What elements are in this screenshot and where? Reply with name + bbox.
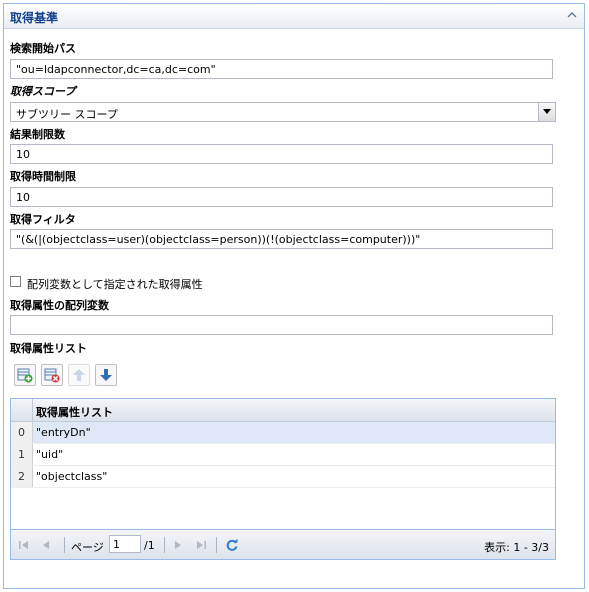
array-variable-checkbox[interactable] <box>10 276 21 287</box>
table-row[interactable]: 1 "uid" <box>11 444 555 466</box>
row-value: "uid" <box>36 448 64 461</box>
time-limit-input[interactable]: 10 <box>10 187 553 207</box>
toolbar-separator <box>164 537 165 553</box>
collapse-icon[interactable] <box>566 9 578 21</box>
last-page-icon[interactable] <box>194 538 208 552</box>
toolbar-separator <box>216 537 217 553</box>
page-number-input[interactable]: 1 <box>109 535 141 553</box>
grid-header: 取得属性リスト <box>11 399 555 422</box>
pagination-toolbar: ページ 1 /1 表示: 1 - 3/3 <box>10 530 556 560</box>
array-variable-label: 取得属性の配列変数 <box>10 299 109 312</box>
first-page-icon[interactable] <box>17 538 31 552</box>
toolbar-separator <box>64 537 65 553</box>
arrow-up-icon[interactable] <box>68 364 90 386</box>
row-number: 1 <box>11 444 33 465</box>
scope-selected-value: サブツリー スコープ <box>16 108 118 121</box>
array-variable-input[interactable] <box>10 315 553 335</box>
result-limit-input[interactable]: 10 <box>10 144 553 164</box>
row-value: "objectclass" <box>36 470 108 483</box>
refresh-icon[interactable] <box>225 538 239 552</box>
chevron-down-icon[interactable] <box>538 103 555 121</box>
arrow-down-icon[interactable] <box>95 364 117 386</box>
filter-label: 取得フィルタ <box>10 213 76 226</box>
panel-title: 取得基準 <box>10 11 59 25</box>
prev-page-icon[interactable] <box>39 538 53 552</box>
array-variable-checkbox-label: 配列変数として指定された取得属性 <box>27 278 203 291</box>
grid-column-header[interactable]: 取得属性リスト <box>36 404 113 420</box>
scope-label: 取得スコープ <box>10 85 76 98</box>
attribute-list-label: 取得属性リスト <box>10 342 87 355</box>
time-limit-label: 取得時間制限 <box>10 170 76 183</box>
scope-select[interactable]: サブツリー スコープ <box>10 102 556 122</box>
next-page-icon[interactable] <box>171 538 185 552</box>
attribute-list-grid: 取得属性リスト 0 "entryDn" 1 "uid" 2 "objectcla… <box>10 398 556 530</box>
row-number: 2 <box>11 466 33 487</box>
search-base-label: 検索開始パス <box>10 42 76 55</box>
row-value: "entryDn" <box>36 426 91 439</box>
delete-row-icon[interactable] <box>41 364 63 386</box>
add-row-icon[interactable] <box>14 364 36 386</box>
column-separator <box>32 399 33 421</box>
result-limit-label: 結果制限数 <box>10 128 65 141</box>
page-total: /1 <box>144 539 155 552</box>
table-row[interactable]: 2 "objectclass" <box>11 466 555 488</box>
retrieval-criteria-panel: 取得基準 検索開始パス "ou=ldapconnector,dc=ca,dc=c… <box>3 3 585 589</box>
filter-input[interactable]: "(&(|(objectclass=user)(objectclass=pers… <box>10 229 553 249</box>
display-range: 表示: 1 - 3/3 <box>484 541 549 554</box>
table-row[interactable]: 0 "entryDn" <box>11 422 555 444</box>
page-label: ページ <box>71 541 104 554</box>
row-number: 0 <box>11 422 33 443</box>
panel-header: 取得基準 <box>4 4 584 29</box>
search-base-input[interactable]: "ou=ldapconnector,dc=ca,dc=com" <box>10 59 553 79</box>
